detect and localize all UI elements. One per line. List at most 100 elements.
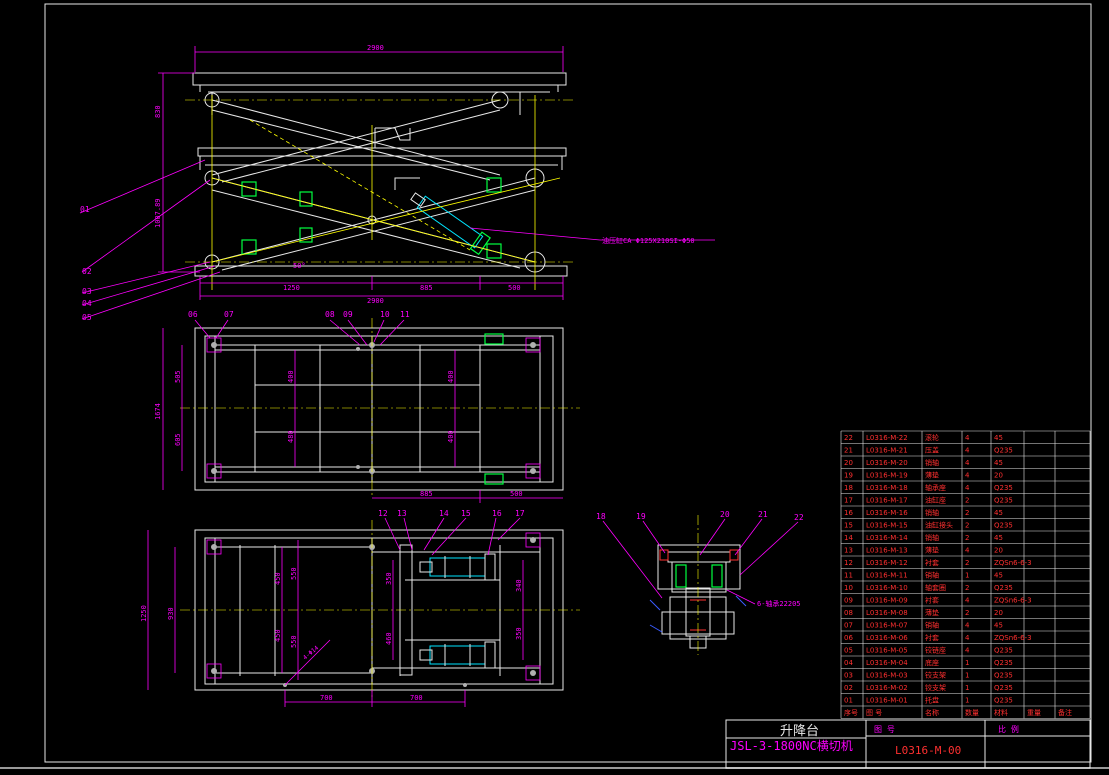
bom-cell: 21	[844, 447, 853, 455]
bom-cell: ZQSn6-6-3	[994, 634, 1032, 642]
bom-cell: 45	[994, 459, 1003, 467]
dim-top-in1: 400	[287, 370, 295, 383]
bom-cell: L0316-M-19	[866, 472, 908, 480]
dim-top-in4: 400	[447, 430, 455, 443]
dim-v3: 550	[290, 567, 298, 580]
callout-12: 12	[378, 509, 388, 518]
bom-cell: 滚轮	[925, 433, 939, 442]
dim-top-seg3: 500	[510, 490, 523, 498]
bom-cell: 薄垫	[925, 546, 939, 555]
bom-cell: 薄垫	[925, 608, 939, 617]
bom-cell: 2	[965, 522, 969, 530]
bom-cell: 18	[844, 484, 853, 492]
bom-cell: 04	[844, 659, 853, 667]
hydraulic-note: 油压缸CA Φ125X210SI-Φ50	[602, 236, 695, 245]
bom-cell: Q235	[994, 659, 1013, 667]
bom-cell: L0316-M-15	[866, 522, 908, 530]
top-view: 1674 505 605 400 480 400 400 885 500 06 …	[154, 310, 580, 503]
bom-cell: 4	[965, 434, 970, 442]
bom-cell: L0316-M-04	[866, 659, 908, 667]
dim-w2: 700	[410, 694, 423, 702]
bom-cell: ZQSn6-6-3	[994, 559, 1032, 567]
bom-cell: Q235	[994, 497, 1013, 505]
bom-cell: 20	[994, 472, 1003, 480]
bom-cell: Q235	[994, 484, 1013, 492]
bom-cell: 4	[965, 472, 970, 480]
callout-09: 09	[343, 310, 353, 319]
bom-cell: 09	[844, 597, 853, 605]
bom-cell: 铰支架	[925, 683, 946, 692]
callout-11: 11	[400, 310, 410, 319]
bom-cell: 4	[965, 597, 970, 605]
callout-15: 15	[461, 509, 471, 518]
bom-cell: 2	[965, 609, 969, 617]
bom-cell: 销轴	[925, 533, 939, 542]
dim-seg2: 885	[420, 284, 433, 292]
bom-cell: Q235	[994, 684, 1013, 692]
bom-cell: 4	[965, 634, 970, 642]
bom-cell: 1	[965, 672, 969, 680]
bom-cell: 14	[844, 534, 853, 542]
bom-cell: 16	[844, 509, 853, 517]
dim-depth-bottom: 1250	[140, 605, 148, 622]
dim-top-in2: 480	[287, 430, 295, 443]
bom-cell: 2	[965, 584, 969, 592]
bom-cell: 铰链座	[925, 646, 946, 655]
dim-top-in3: 400	[447, 370, 455, 383]
bom-cell: 07	[844, 622, 853, 630]
middle-frame	[197, 147, 567, 157]
bom-cell: L0316-M-21	[866, 447, 908, 455]
bom-header: 图 号	[866, 709, 882, 717]
bom-cell: 08	[844, 609, 853, 617]
bom-cell: L0316-M-17	[866, 497, 908, 505]
base-frame	[194, 265, 568, 277]
bom-cell: Q235	[994, 672, 1013, 680]
bom-cell: 轴承座	[925, 483, 946, 492]
bom-cell: 销轴	[925, 621, 939, 630]
callout-21: 21	[758, 510, 768, 519]
bom-header: 材料	[994, 708, 1008, 717]
dim-v2: 450	[274, 629, 282, 642]
callout-02: 02	[82, 267, 92, 276]
bom-cell: 10	[844, 584, 853, 592]
dim-top-seg2: 885	[420, 490, 433, 498]
bom-cell: 19	[844, 472, 853, 480]
bom-cell: 1	[965, 697, 969, 705]
callout-10: 10	[380, 310, 390, 319]
bom-cell: 20	[994, 547, 1003, 555]
callout-08: 08	[325, 310, 335, 319]
callout-01: 01	[80, 205, 90, 214]
dim-top-d1: 505	[174, 370, 182, 383]
dim-w1: 700	[320, 694, 333, 702]
bom-table: 22 L0316-M-22 滚轮 4 4521 L0316-M-21 压盖 4 Q23520 L0…	[840, 430, 1091, 719]
tb-label-drawing-no: 图 号	[874, 725, 895, 734]
bom-cell: 销轴	[925, 508, 939, 517]
dim-seg3: 500	[508, 284, 521, 292]
bom-cell: 压盖	[925, 446, 939, 455]
bom-cell: 4	[965, 459, 970, 467]
bom-header: 序号	[844, 708, 858, 717]
cad-drawing-canvas[interactable]: 2900 830 1007.89 1250 885 500 2900 50° 油…	[0, 0, 1109, 775]
bom-cell: 4	[965, 647, 970, 655]
bom-cell: 油缸接头	[925, 521, 953, 530]
bom-cell: 2	[965, 559, 969, 567]
bom-cell: L0316-M-22	[866, 434, 908, 442]
bom-cell: 2	[965, 497, 969, 505]
callout-20: 20	[720, 510, 730, 519]
section-view: 6-轴承22205 18 19 20 21 22	[596, 510, 804, 655]
bom-cell: Q235	[994, 697, 1013, 705]
bom-cell: 45	[994, 622, 1003, 630]
bom-cell: 1	[965, 684, 969, 692]
bom-cell: Q235	[994, 447, 1013, 455]
bottom-view: 1250 930 450 450 550 550 350 460 340 350…	[140, 509, 580, 707]
side-view: 2900 830 1007.89 1250 885 500 2900 50° 油…	[79, 44, 715, 322]
callout-14: 14	[439, 509, 449, 518]
drawing-title: 升降台	[780, 724, 819, 739]
bearing-note: 6-轴承22205	[757, 599, 801, 608]
bom-cell: L0316-M-20	[866, 459, 908, 467]
bom-cell: 薄垫	[925, 471, 939, 480]
bom-cell: 4	[965, 447, 970, 455]
dim-top-d2: 605	[174, 433, 182, 446]
bom-cell: 油缸座	[925, 496, 946, 505]
bom-header: 备注	[1058, 708, 1072, 717]
